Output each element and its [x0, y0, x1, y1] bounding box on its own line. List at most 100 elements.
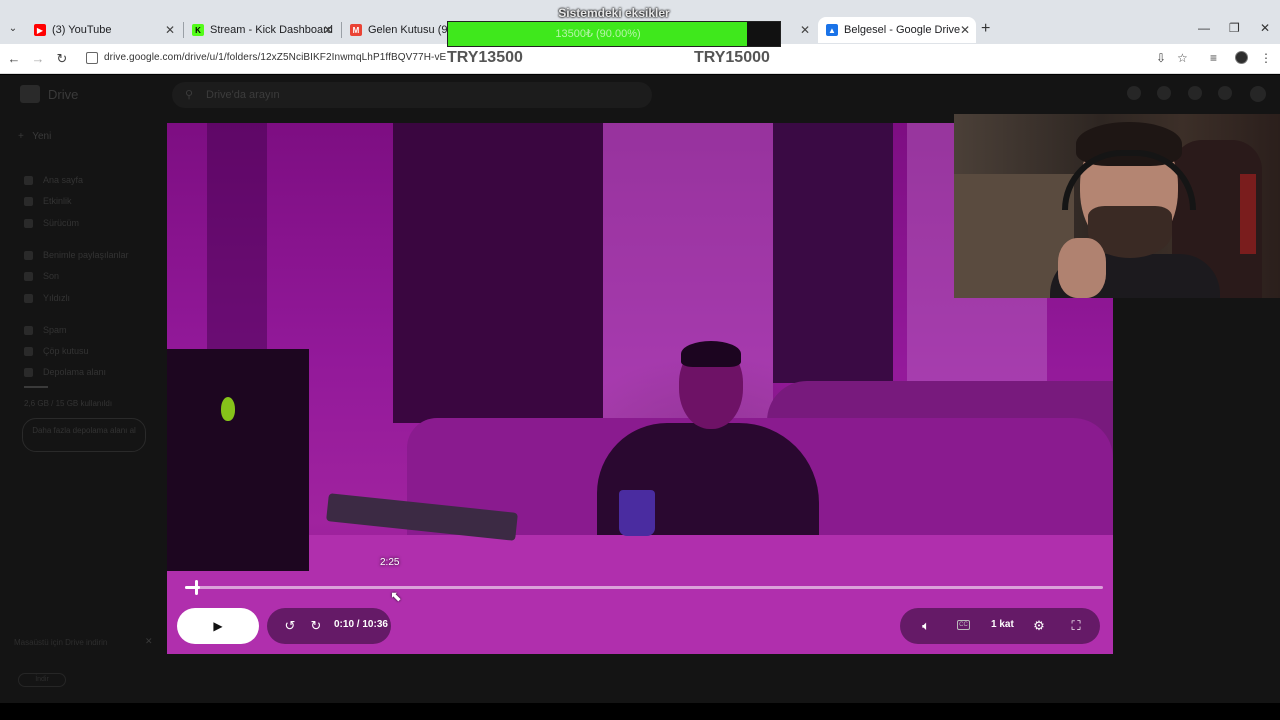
cloud-icon	[24, 368, 33, 378]
sidebar-item-label: Çöp kutusu	[43, 346, 89, 356]
get-more-storage-button[interactable]: Daha fazla depolama alanı al	[22, 418, 146, 452]
current-time: 0:10	[334, 619, 355, 630]
gemini-icon[interactable]	[1188, 86, 1202, 100]
kick-icon: K	[192, 24, 204, 36]
help-icon[interactable]	[1127, 86, 1141, 100]
sidebar-item-activity[interactable]: Etkinlik	[24, 196, 72, 207]
drive-logo	[20, 85, 40, 103]
sidebar-item-label: Spam	[43, 325, 67, 335]
playback-speed-button[interactable]: 1 kat	[991, 619, 1014, 630]
tab-list-icon[interactable]: ⌄	[6, 22, 20, 36]
drive-search-placeholder: Drive'da arayın	[206, 89, 280, 101]
forward-icon[interactable]: →	[30, 51, 46, 67]
close-icon[interactable]: ✕	[145, 636, 153, 647]
time-display: 0:10 / 10:36	[334, 619, 388, 630]
sidebar-item-label: Yıldızlı	[43, 293, 71, 303]
home-icon	[24, 176, 33, 186]
apps-icon[interactable]	[1218, 86, 1232, 100]
close-icon[interactable]: ✕	[960, 23, 970, 37]
reading-list-icon[interactable]: ≡	[1210, 51, 1217, 65]
search-icon: ⚲	[185, 89, 194, 101]
tab-gmail[interactable]: M Gelen Kutusu (923) - bi	[342, 17, 452, 43]
address-bar: ← → ↻ drive.google.com/drive/u/1/folders…	[0, 44, 1280, 74]
mouse-cursor-icon: ⬉	[390, 588, 402, 604]
sidebar-item-spam[interactable]: Spam	[24, 325, 67, 336]
sidebar-item-starred[interactable]: Yıldızlı	[24, 293, 71, 304]
spam-icon	[24, 326, 33, 336]
profile-avatar[interactable]	[1235, 51, 1248, 64]
close-icon[interactable]: ✕	[165, 23, 175, 37]
donation-goal-bar: 13500₺ (90.00%)	[447, 21, 781, 47]
new-tab-button[interactable]: +	[981, 20, 990, 38]
pc-case	[167, 349, 309, 571]
donation-goal-title: Sistemdeki eksikler	[558, 6, 670, 20]
back-icon[interactable]: ←	[6, 51, 22, 67]
activity-icon	[24, 197, 33, 207]
sidebar-item-trash[interactable]: Çöp kutusu	[24, 346, 89, 357]
storage-meter	[24, 386, 48, 388]
restore-icon[interactable]: ❐	[1229, 21, 1240, 35]
close-icon[interactable]: ✕	[800, 23, 810, 37]
tab-google-drive[interactable]: ▲ Belgesel - Google Drive ✕	[818, 17, 976, 43]
person-hair	[681, 341, 741, 367]
volume-icon[interactable]: 🔈︎	[916, 616, 936, 636]
sidebar-item-home[interactable]: Ana sayfa	[24, 175, 84, 186]
install-app-icon[interactable]: ⇩	[1156, 51, 1166, 65]
desktop-app-notice: Masaüstü için Drive indirin	[14, 638, 108, 647]
forward-10-icon[interactable]: ↻	[306, 616, 326, 636]
url-field[interactable]: drive.google.com/drive/u/1/folders/12xZ5…	[104, 52, 446, 63]
gaming-chair-accent	[1240, 174, 1256, 254]
pc-logo-light	[221, 397, 235, 421]
play-icon: ▶	[213, 619, 223, 633]
settings-icon[interactable]	[1157, 86, 1171, 100]
youtube-icon: ▶	[34, 24, 46, 36]
new-button[interactable]: + Yeni	[18, 131, 51, 142]
tab-label: Gelen Kutusu (923) - bi	[368, 24, 452, 36]
new-button-label: Yeni	[32, 131, 52, 142]
streamer-hand	[1058, 238, 1106, 298]
shared-icon	[24, 251, 33, 261]
download-button[interactable]: İndir	[18, 673, 66, 687]
sidebar-item-storage[interactable]: Depolama alanı	[24, 367, 107, 378]
fullscreen-icon[interactable]: ⛶	[1066, 616, 1086, 636]
site-info-icon[interactable]	[86, 52, 98, 64]
window-close-icon[interactable]: ✕	[1260, 21, 1270, 35]
sidebar-item-recent[interactable]: Son	[24, 271, 59, 282]
sidebar-item-label: Benimle paylaşılanlar	[43, 250, 129, 260]
google-drive-icon: ▲	[826, 24, 838, 36]
tab-label: Belgesel - Google Drive	[844, 24, 961, 36]
scrub-time-tooltip: 2:25	[380, 557, 400, 568]
sidebar-item-label: Ana sayfa	[43, 175, 84, 185]
account-avatar[interactable]	[1250, 86, 1266, 102]
sidebar-item-label: Depolama alanı	[43, 367, 107, 377]
donation-target-amount: TRY15000	[694, 49, 770, 66]
gmail-icon: M	[350, 24, 362, 36]
curtain	[393, 123, 603, 423]
tab-kick-dashboard[interactable]: K Stream - Kick Dashboard ✕	[184, 17, 339, 43]
trash-icon	[24, 347, 33, 357]
clock-icon	[24, 272, 33, 282]
curtain	[773, 123, 893, 383]
sidebar-item-my-drive[interactable]: Sürücüm	[24, 218, 80, 229]
sidebar-item-shared[interactable]: Benimle paylaşılanlar	[24, 250, 129, 261]
reload-icon[interactable]: ↻	[54, 51, 70, 67]
rewind-10-icon[interactable]: ↺	[280, 616, 300, 636]
storage-usage-text: 2,6 GB / 15 GB kullanıldı	[24, 399, 113, 408]
drive-icon	[24, 219, 33, 229]
sidebar-item-label: Etkinlik	[43, 196, 72, 206]
captions-icon[interactable]: CC	[957, 620, 970, 630]
donation-current-amount: TRY13500	[447, 49, 523, 66]
cup	[619, 490, 655, 536]
close-icon[interactable]: ✕	[323, 23, 333, 37]
tab-youtube[interactable]: ▶ (3) YouTube ✕	[26, 17, 181, 43]
play-button[interactable]: ▶	[177, 608, 259, 644]
browser-menu-icon[interactable]: ⋮	[1260, 51, 1272, 65]
sidebar-item-label: Sürücüm	[43, 218, 80, 228]
gear-icon[interactable]: ⚙	[1029, 616, 1049, 636]
progress-bar[interactable]	[185, 586, 1103, 589]
progress-handle[interactable]	[195, 580, 198, 595]
minimize-icon[interactable]: —	[1198, 21, 1210, 35]
tab-label: (3) YouTube	[52, 24, 112, 36]
bookmark-star-icon[interactable]: ☆	[1177, 51, 1188, 65]
star-icon	[24, 294, 33, 304]
